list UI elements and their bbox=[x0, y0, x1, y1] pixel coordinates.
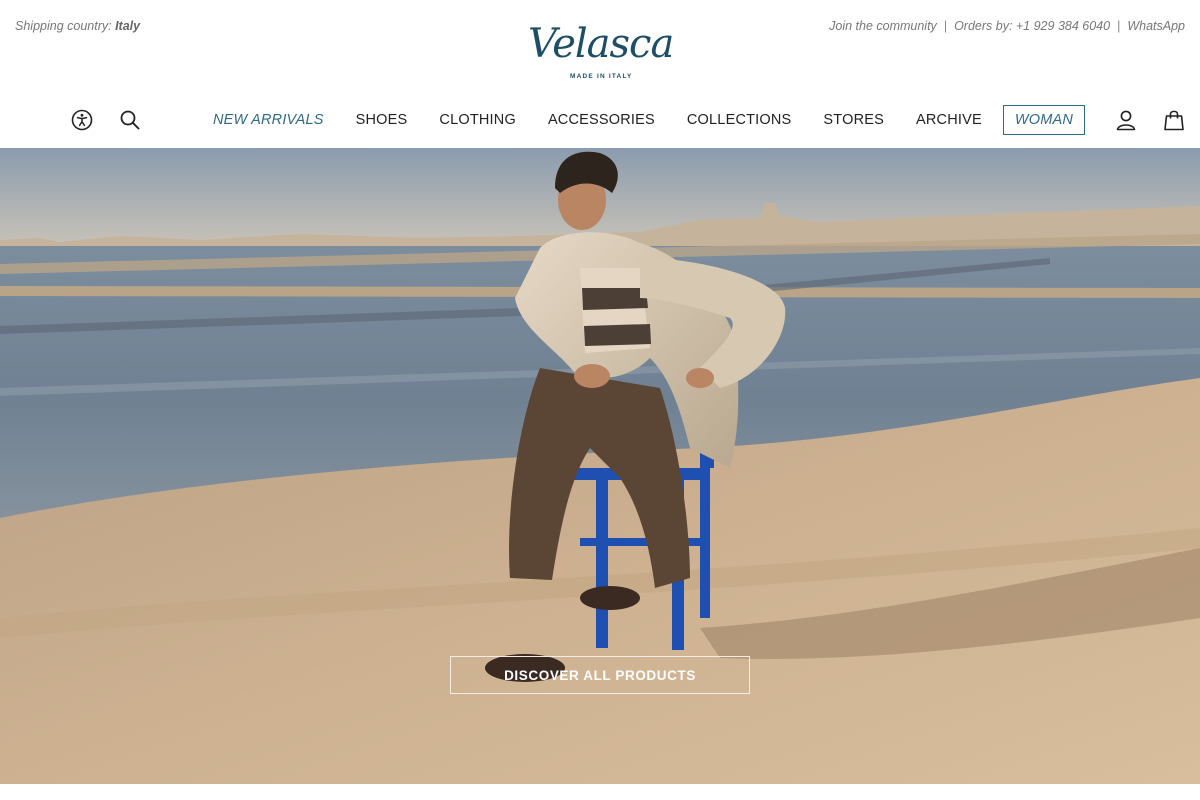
nav-item-stores[interactable]: STORES bbox=[807, 112, 900, 128]
nav-item-shoes[interactable]: SHOES bbox=[340, 112, 424, 128]
separator: | bbox=[1117, 19, 1121, 33]
top-bar: Shipping country: Italy Velasca MADE IN … bbox=[0, 0, 1200, 92]
account-icon[interactable] bbox=[1112, 106, 1140, 134]
shipping-country[interactable]: Shipping country: Italy bbox=[15, 19, 140, 33]
brand-logo[interactable]: Velasca MADE IN ITALY bbox=[520, 22, 680, 88]
accessibility-icon[interactable] bbox=[68, 106, 96, 134]
separator: | bbox=[943, 19, 948, 33]
logo-tagline: MADE IN ITALY bbox=[570, 73, 633, 80]
shipping-label: Shipping country: bbox=[15, 19, 112, 33]
top-links: Join the community | Orders by: +1 929 3… bbox=[829, 19, 1185, 33]
nav-item-accessories[interactable]: ACCESSORIES bbox=[532, 112, 671, 128]
nav-menu: NEW ARRIVALS SHOES CLOTHING ACCESSORIES … bbox=[200, 92, 1086, 148]
whatsapp-link[interactable]: WhatsApp bbox=[1127, 19, 1185, 33]
nav-item-new-arrivals[interactable]: NEW ARRIVALS bbox=[200, 112, 340, 128]
shipping-country-value[interactable]: Italy bbox=[115, 19, 140, 33]
discover-all-products-button[interactable]: DISCOVER ALL PRODUCTS bbox=[450, 656, 750, 694]
hero-banner: DISCOVER ALL PRODUCTS bbox=[0, 148, 1200, 784]
main-nav: NEW ARRIVALS SHOES CLOTHING ACCESSORIES … bbox=[0, 92, 1200, 148]
nav-item-collections[interactable]: COLLECTIONS bbox=[671, 112, 808, 128]
nav-item-archive[interactable]: ARCHIVE bbox=[900, 112, 998, 128]
nav-item-woman[interactable]: WOMAN bbox=[1002, 105, 1086, 135]
nav-item-clothing[interactable]: CLOTHING bbox=[423, 112, 532, 128]
shopping-bag-icon[interactable] bbox=[1160, 106, 1188, 134]
join-community-link[interactable]: Join the community bbox=[829, 19, 937, 33]
orders-phone-link[interactable]: Orders by: +1 929 384 6040 bbox=[954, 19, 1110, 33]
logo-wordmark: Velasca bbox=[528, 21, 674, 67]
search-icon[interactable] bbox=[116, 106, 144, 134]
